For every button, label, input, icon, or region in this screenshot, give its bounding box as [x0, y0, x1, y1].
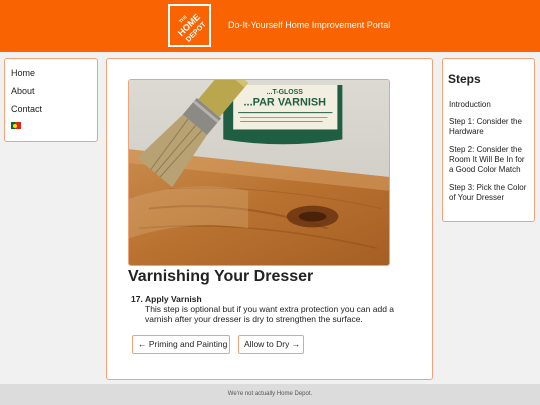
nav-link-about[interactable]: About	[11, 85, 97, 103]
can-label-top: ...T-GLOSS	[267, 89, 304, 96]
step-description: This step is optional but if you want ex…	[145, 304, 395, 324]
main-content: ...T-GLOSS ...PAR VARNISH Varnishing You…	[106, 58, 433, 380]
logo-graphic: THE HOME DEPOT	[176, 12, 208, 44]
can-label-main: ...PAR VARNISH	[244, 97, 327, 109]
varnish-photo: ...T-GLOSS ...PAR VARNISH	[128, 79, 390, 266]
steps-link-step-2[interactable]: Step 2: Consider the Room It Will Be In …	[449, 145, 531, 175]
steps-panel: Steps Introduction Step 1: Consider the …	[442, 58, 535, 222]
nav-link-contact[interactable]: Contact	[11, 103, 97, 121]
steps-link-introduction[interactable]: Introduction	[449, 100, 531, 110]
next-step-button[interactable]: Allow to Dry →	[238, 335, 304, 354]
left-navigation: Home About Contact	[4, 58, 98, 142]
portugal-flag-icon[interactable]	[11, 122, 21, 129]
nav-link-home[interactable]: Home	[11, 67, 97, 85]
article-title: Varnishing Your Dresser	[128, 268, 314, 285]
site-header: THE HOME DEPOT Do-It-Yourself Home Impro…	[0, 0, 540, 52]
steps-link-step-1[interactable]: Step 1: Consider the Hardware	[449, 117, 531, 137]
previous-step-button[interactable]: ← Priming and Painting	[132, 335, 230, 354]
home-depot-logo[interactable]: THE HOME DEPOT	[168, 4, 211, 47]
step-number: 17.	[131, 294, 143, 304]
site-footer: We're not actually Home Depot.	[0, 384, 540, 405]
steps-link-step-3[interactable]: Step 3: Pick the Color of Your Dresser	[449, 183, 531, 203]
steps-heading: Steps	[448, 72, 481, 86]
step-heading: Apply Varnish	[145, 294, 202, 304]
portal-title: Do-It-Yourself Home Improvement Portal	[228, 20, 391, 30]
